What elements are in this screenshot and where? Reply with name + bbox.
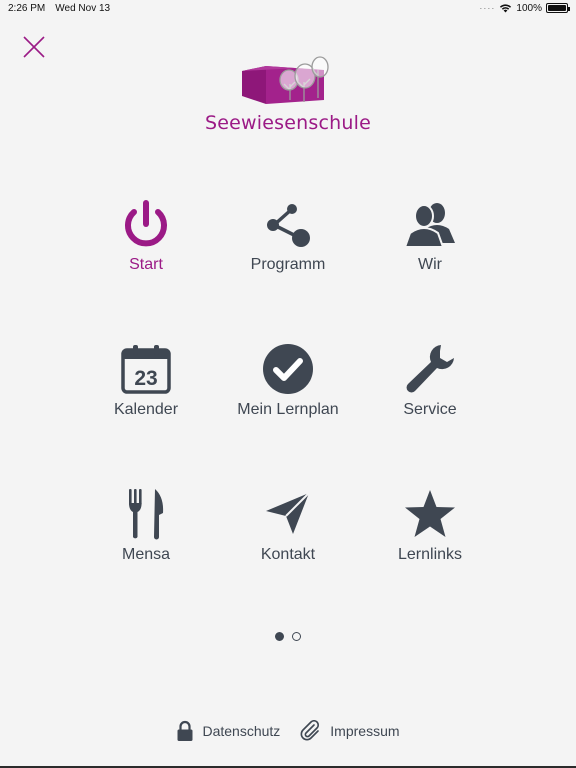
menu-item-kontakt[interactable]: Kontakt <box>217 486 359 576</box>
menu-item-label: Service <box>403 401 457 418</box>
check-circle-icon <box>263 344 313 394</box>
menu-item-wir[interactable]: Wir <box>359 196 501 286</box>
menu-item-label: Programm <box>250 256 326 273</box>
menu-grid: Start Programm Wir 23 Kalender Mein Lern… <box>75 196 501 576</box>
paperclip-icon <box>300 720 320 741</box>
logo-icon <box>242 56 329 104</box>
signal-icon: ···· <box>479 3 496 13</box>
power-icon <box>125 200 167 247</box>
menu-item-label: Wir <box>418 256 442 273</box>
page-dot[interactable] <box>292 632 301 641</box>
menu-item-label: Mensa <box>121 546 171 563</box>
page-dot-active[interactable] <box>275 632 284 641</box>
calendar-day: 23 <box>134 367 157 390</box>
menu-item-service[interactable]: Service <box>359 341 501 431</box>
menu-item-start[interactable]: Start <box>75 196 217 286</box>
footer: Datenschutz Impressum <box>0 716 576 746</box>
imprint-link[interactable]: Impressum <box>300 720 400 742</box>
logo-text: Seewiesenschule <box>205 112 371 134</box>
menu-screen: 2:26 PM Wed Nov 13 ···· 100% Seewiesensc… <box>0 0 576 768</box>
lock-icon <box>177 720 193 741</box>
menu-item-label: Lernlinks <box>397 546 463 563</box>
page-indicator <box>0 632 576 641</box>
wifi-icon <box>500 4 512 13</box>
menu-item-label: Kontakt <box>260 546 316 563</box>
privacy-label: Datenschutz <box>202 723 281 739</box>
menu-item-label: Start <box>129 256 163 273</box>
menu-item-programm[interactable]: Programm <box>217 196 359 286</box>
menu-item-kalender[interactable]: 23 Kalender <box>75 341 217 431</box>
share-icon <box>267 204 310 247</box>
status-date: Wed Nov 13 <box>55 2 111 14</box>
school-logo: Seewiesenschule <box>0 56 576 138</box>
users-icon <box>403 203 455 248</box>
fork-knife-icon <box>129 489 164 540</box>
menu-item-lernlinks[interactable]: Lernlinks <box>359 486 501 576</box>
imprint-label: Impressum <box>330 723 400 739</box>
battery-percent: 100% <box>516 2 542 14</box>
wrench-icon <box>406 345 454 393</box>
menu-item-mein-lernplan[interactable]: Mein Lernplan <box>217 341 359 431</box>
menu-item-label: Mein Lernplan <box>237 401 339 418</box>
star-icon <box>405 490 455 537</box>
privacy-link[interactable]: Datenschutz <box>176 720 280 742</box>
menu-item-label: Kalender <box>113 401 179 418</box>
battery-icon <box>546 3 570 13</box>
calendar-icon: 23 <box>121 345 171 394</box>
status-time: 2:26 PM <box>8 2 46 14</box>
paper-plane-icon <box>266 492 310 534</box>
status-bar: 2:26 PM Wed Nov 13 ···· 100% <box>0 0 576 16</box>
menu-item-mensa[interactable]: Mensa <box>75 486 217 576</box>
